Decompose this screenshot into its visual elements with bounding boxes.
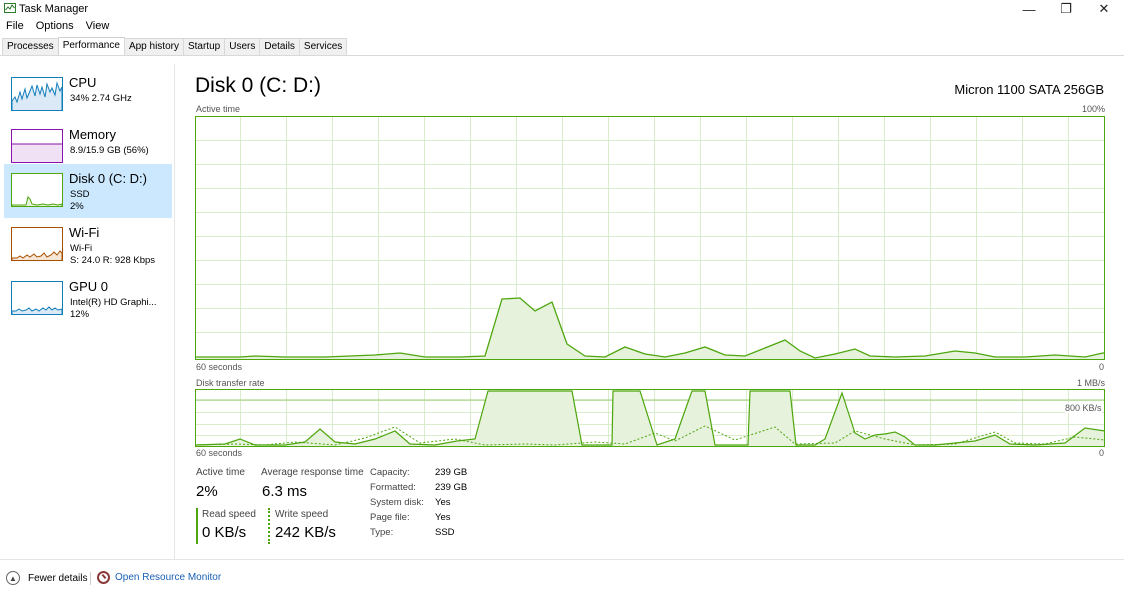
active-time-line [195, 297, 1105, 359]
sidebar-item-label: Memory [69, 127, 116, 142]
menu-options[interactable]: Options [30, 18, 80, 36]
system-disk-value: Yes [435, 497, 451, 508]
read-speed-value: 0 KB/s [202, 524, 247, 541]
transfer-write-area [195, 391, 1105, 446]
sidebar-item-disk-0[interactable]: Disk 0 (C: D:) SSD 2% [4, 164, 172, 218]
disk-thumbnail-graph [11, 173, 63, 207]
disk-model: Micron 1100 SATA 256GB [954, 82, 1104, 97]
minimize-button[interactable]: — [1011, 0, 1047, 18]
type-value: SSD [435, 527, 455, 538]
tab-startup[interactable]: Startup [182, 38, 226, 56]
active-time-min-label: 0 [1099, 362, 1105, 372]
capacity-value: 239 GB [435, 467, 468, 478]
write-speed-label: Write speed [275, 509, 329, 520]
sidebar-item-detail: Wi-Fi [70, 243, 93, 254]
transfer-rate-mid-label: 800 KB/s [1065, 403, 1102, 413]
memory-thumbnail-graph [11, 129, 63, 163]
window-title: Task Manager [19, 3, 89, 15]
menu-bar: File Options View [0, 18, 115, 36]
sidebar-item-cpu[interactable]: CPU 34% 2.74 GHz [4, 68, 172, 122]
sidebar-item-label: Wi-Fi [69, 225, 100, 240]
tab-processes[interactable]: Processes [2, 38, 59, 56]
transfer-rate-chart [195, 389, 1105, 447]
fewer-details-label: Fewer details [28, 572, 88, 584]
open-resource-monitor-link[interactable]: Open Resource Monitor [97, 571, 221, 584]
tab-services[interactable]: Services [298, 38, 348, 56]
sidebar-item-label: GPU 0 [69, 279, 109, 294]
fewer-details-button[interactable]: ▲ Fewer details [6, 571, 87, 585]
maximize-button[interactable]: ❐ [1048, 0, 1084, 18]
formatted-label: Formatted: [370, 482, 416, 493]
tab-strip: Processes Performance App history Startu… [2, 37, 348, 56]
resource-monitor-icon [97, 571, 110, 584]
sidebar-item-label: Disk 0 (C: D:) [69, 171, 147, 186]
title-bar: Task Manager — ❐ ✕ [0, 0, 1124, 18]
close-button[interactable]: ✕ [1086, 0, 1122, 18]
page-title: Disk 0 (C: D:) [195, 74, 321, 97]
sidebar-item-detail: 34% 2.74 GHz [70, 93, 132, 104]
read-speed-label: Read speed [202, 509, 256, 520]
system-disk-label: System disk: [370, 497, 424, 508]
type-label: Type: [370, 527, 394, 538]
active-time-chart-label: Active time [196, 104, 241, 114]
active-time-max-label: 100% [1082, 104, 1106, 114]
sidebar-item-label: CPU [69, 75, 97, 90]
read-speed-indicator [196, 508, 198, 544]
tab-divider [0, 55, 1124, 56]
chevron-up-icon: ▲ [6, 571, 20, 585]
gpu-thumbnail-graph [11, 281, 63, 315]
sidebar-item-gpu-0[interactable]: GPU 0 Intel(R) HD Graphi... 12% [4, 272, 172, 326]
cpu-thumbnail-graph [11, 77, 63, 111]
write-speed-indicator [268, 508, 270, 544]
tab-performance[interactable]: Performance [57, 37, 125, 56]
active-time-span-label: 60 seconds [196, 362, 243, 372]
footer-divider [0, 559, 1124, 560]
transfer-rate-chart-label: Disk transfer rate [196, 378, 265, 388]
tab-users[interactable]: Users [224, 38, 261, 56]
open-resource-monitor-label: Open Resource Monitor [115, 572, 222, 583]
sidebar-item-detail: SSD [70, 189, 90, 200]
active-time-chart [195, 116, 1105, 360]
resource-sidebar: CPU 34% 2.74 GHz Memory 8.9/15.9 GB (56%… [0, 64, 174, 559]
transfer-rate-span-label: 60 seconds [196, 448, 243, 458]
sidebar-item-detail: 8.9/15.9 GB (56%) [70, 145, 149, 156]
sidebar-item-value: 12% [70, 309, 90, 320]
task-manager-icon [4, 3, 16, 13]
response-time-stat-value: 6.3 ms [262, 483, 308, 500]
menu-view[interactable]: View [80, 18, 116, 36]
footer-separator [90, 572, 91, 585]
sidebar-divider [174, 64, 175, 559]
active-time-stat-value: 2% [196, 483, 218, 500]
capacity-label: Capacity: [370, 467, 410, 478]
tab-app-history[interactable]: App history [123, 38, 184, 56]
menu-file[interactable]: File [0, 18, 30, 36]
sidebar-item-value: 2% [70, 201, 84, 212]
page-file-label: Page file: [370, 512, 410, 523]
transfer-rate-max-label: 1 MB/s [1077, 378, 1106, 388]
response-time-stat-label: Average response time [261, 467, 364, 478]
active-time-area [195, 298, 1105, 359]
sidebar-item-wifi[interactable]: Wi-Fi Wi-Fi S: 24.0 R: 928 Kbps [4, 218, 172, 272]
tab-details[interactable]: Details [259, 38, 300, 56]
sidebar-item-detail: Intel(R) HD Graphi... [70, 297, 157, 308]
page-file-value: Yes [435, 512, 451, 523]
active-time-stat-label: Active time [196, 467, 245, 478]
sidebar-item-value: S: 24.0 R: 928 Kbps [70, 255, 156, 266]
transfer-rate-min-label: 0 [1099, 448, 1105, 458]
formatted-value: 239 GB [435, 482, 468, 493]
wifi-thumbnail-graph [11, 227, 63, 261]
write-speed-value: 242 KB/s [275, 524, 336, 541]
